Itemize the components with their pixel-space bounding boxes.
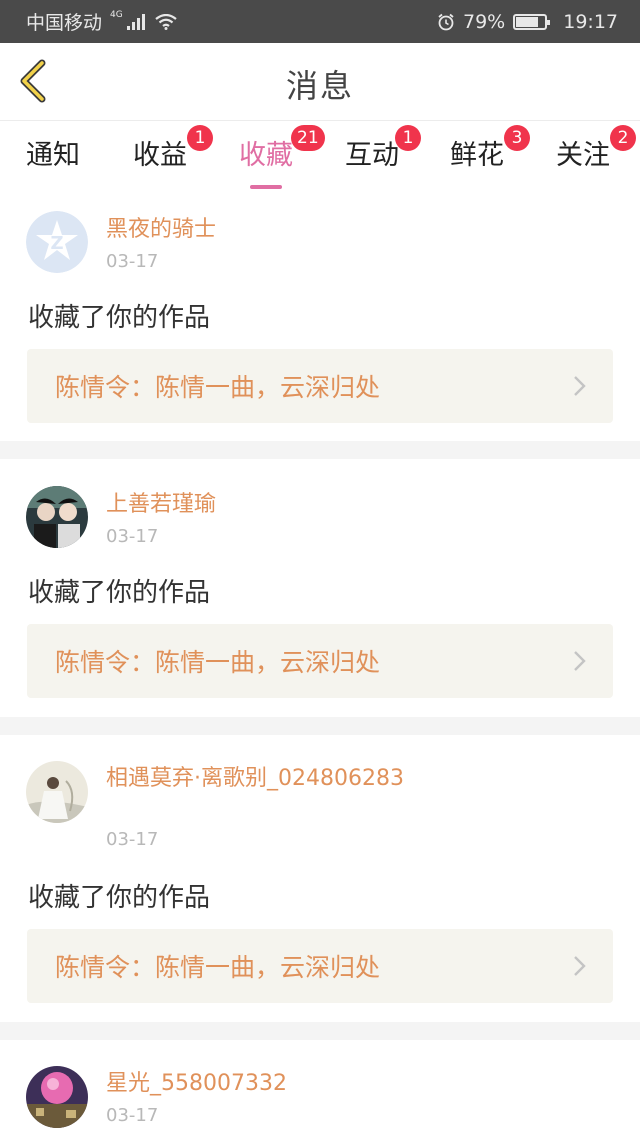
message-card: 相遇莫弃·离歌别_024806283 03-17 收藏了你的作品 陈情令：陈情一… — [0, 735, 640, 1022]
username[interactable]: 上善若瑾瑜 — [106, 490, 406, 520]
unread-badge: 1 — [187, 125, 213, 151]
message-text: 收藏了你的作品 — [28, 303, 211, 333]
carrier-label: 中国移动 — [26, 12, 103, 34]
status-bar: 中国移动 4G 79% 19:17 — [0, 0, 640, 43]
message-text: 收藏了你的作品 — [28, 578, 211, 608]
user-avatar[interactable] — [26, 1066, 88, 1128]
tab-label: 通知 — [26, 140, 80, 171]
work-title: 陈情令：陈情一曲，云深归处 — [55, 648, 381, 677]
alarm-icon — [438, 13, 454, 30]
clock: 19:17 — [563, 10, 618, 33]
tab-notifications[interactable]: 通知 — [26, 133, 80, 183]
tab-label: 收藏 — [239, 140, 293, 171]
work-link[interactable]: 陈情令：陈情一曲，云深归处 — [27, 624, 613, 698]
work-link[interactable]: 陈情令：陈情一曲，云深归处 — [27, 349, 613, 423]
battery-percent: 79% — [463, 10, 506, 33]
nav-header: 消息 — [0, 43, 640, 121]
tab-label: 互动 — [345, 140, 399, 171]
work-title: 陈情令：陈情一曲，云深归处 — [55, 953, 381, 982]
svg-text:Z: Z — [50, 233, 63, 254]
message-date: 03-17 — [106, 1105, 159, 1126]
tab-follows[interactable]: 关注 2 — [556, 125, 636, 183]
message-date: 03-17 — [106, 829, 159, 850]
work-title: 陈情令：陈情一曲，云深归处 — [55, 373, 381, 402]
work-link[interactable]: 陈情令：陈情一曲，云深归处 — [27, 929, 613, 1003]
unread-badge: 21 — [291, 125, 325, 151]
user-avatar[interactable] — [26, 761, 88, 823]
chevron-right-icon — [574, 376, 586, 396]
chevron-right-icon — [574, 956, 586, 976]
tab-underline — [250, 185, 282, 189]
signal-icon — [126, 13, 147, 30]
message-card: Z 黑夜的骑士 03-17 收藏了你的作品 陈情令：陈情一曲，云深归处 — [0, 191, 640, 441]
card-divider — [0, 441, 640, 459]
unread-badge: 3 — [504, 125, 530, 151]
tab-label: 收益 — [133, 140, 187, 171]
default-avatar-icon[interactable]: Z — [26, 211, 88, 273]
message-card: 上善若瑾瑜 03-17 收藏了你的作品 陈情令：陈情一曲，云深归处 — [0, 459, 640, 717]
tab-label: 鲜花 — [450, 140, 504, 171]
tab-favorites[interactable]: 收藏 21 — [239, 125, 325, 189]
tab-earnings[interactable]: 收益 1 — [133, 125, 213, 183]
user-avatar[interactable] — [26, 486, 88, 548]
network-type: 4G — [110, 9, 123, 20]
username[interactable]: 黑夜的骑士 — [106, 215, 406, 245]
unread-badge: 1 — [395, 125, 421, 151]
message-date: 03-17 — [106, 251, 159, 272]
tab-label: 关注 — [556, 140, 610, 171]
unread-badge: 2 — [610, 125, 636, 151]
message-card: 星光_558007332 03-17 — [0, 1040, 640, 1138]
wifi-icon — [155, 13, 177, 30]
username[interactable]: 星光_558007332 — [106, 1069, 406, 1099]
battery-icon — [513, 13, 551, 30]
card-divider — [0, 717, 640, 735]
username[interactable]: 相遇莫弃·离歌别_024806283 — [106, 764, 406, 794]
tab-flowers[interactable]: 鲜花 3 — [450, 125, 530, 183]
tab-bar: 通知 收益 1 收藏 21 互动 1 鲜花 3 关注 2 — [0, 121, 640, 191]
card-divider — [0, 1022, 640, 1040]
chevron-right-icon — [574, 651, 586, 671]
message-text: 收藏了你的作品 — [28, 883, 211, 913]
tab-interactions[interactable]: 互动 1 — [345, 125, 421, 183]
page-title: 消息 — [285, 67, 354, 105]
message-date: 03-17 — [106, 526, 159, 547]
